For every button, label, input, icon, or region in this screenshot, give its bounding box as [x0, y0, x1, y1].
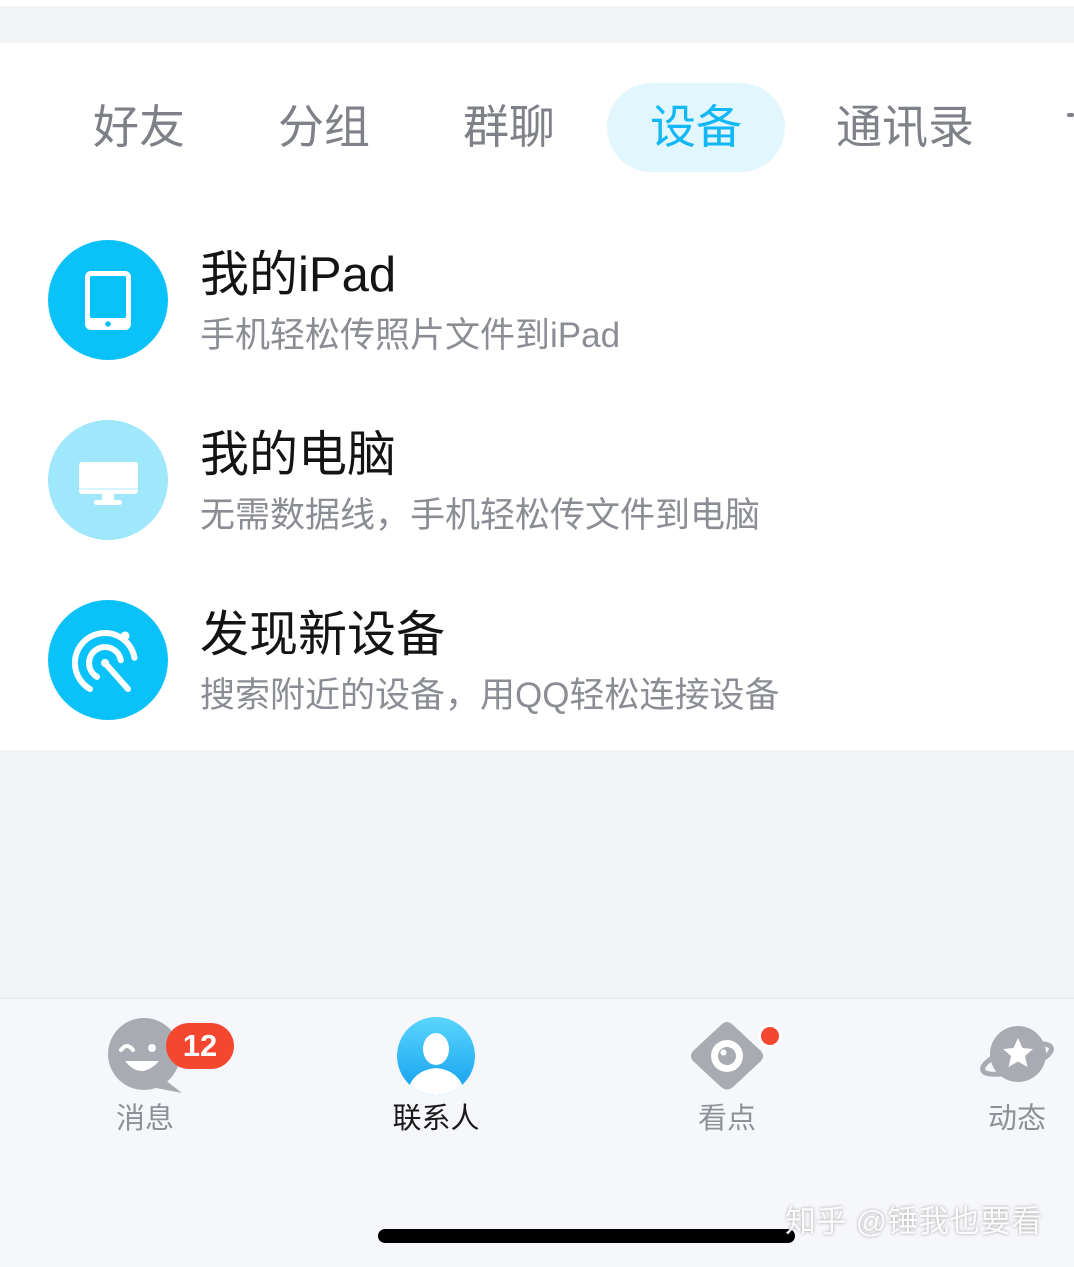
tab-friends[interactable]: 好友 — [62, 83, 216, 172]
watermark-text: 知乎 @锤我也要看 — [785, 1204, 1043, 1239]
tab-label: 设备 — [650, 101, 742, 153]
tab-address-book[interactable]: 通讯录 — [810, 83, 1000, 172]
tab-label: 分组 — [278, 101, 370, 153]
tab-group-chats[interactable]: 群聊 — [432, 83, 586, 172]
device-title: 我的iPad — [200, 248, 397, 302]
tab-devices[interactable]: 设备 — [607, 83, 785, 172]
device-subtitle: 手机轻松传照片文件到iPad — [200, 316, 621, 355]
tab-label: 群聊 — [463, 101, 555, 153]
tabbar-label: 看点 — [697, 1103, 756, 1135]
devices-panel: 好友 分组 群聊 设备 通讯录 我的iPad 手机轻松传照片文件到iPad 我的… — [0, 43, 1074, 750]
eye-icon — [688, 1017, 766, 1095]
home-indicator — [378, 1229, 795, 1243]
device-row-ipad[interactable]: 我的iPad 手机轻松传照片文件到iPad — [0, 210, 1074, 390]
radar-icon — [48, 600, 168, 720]
tabbar-item-kandian[interactable]: 看点 — [672, 999, 782, 1149]
device-subtitle: 无需数据线，手机轻松传文件到电脑 — [200, 496, 761, 535]
tabbar-item-feed[interactable]: 动态 — [962, 999, 1072, 1149]
tab-label: 好友 — [93, 101, 185, 153]
device-subtitle: 搜索附近的设备，用QQ轻松连接设备 — [200, 676, 780, 715]
tabbar-item-messages[interactable]: 12 消息 — [90, 999, 234, 1149]
new-content-dot — [758, 1024, 782, 1048]
header-band — [0, 6, 1074, 43]
device-title: 发现新设备 — [200, 608, 446, 662]
tabbar-label: 消息 — [115, 1103, 174, 1135]
tabbar-item-contacts[interactable]: 联系人 — [381, 999, 491, 1149]
unread-badge: 12 — [166, 1023, 234, 1069]
tabbar-label: 联系人 — [392, 1103, 480, 1135]
device-title: 我的电脑 — [200, 428, 397, 482]
device-row-computer[interactable]: 我的电脑 无需数据线，手机轻松传文件到电脑 — [0, 390, 1074, 570]
tab-overflow-fragment[interactable] — [1067, 113, 1074, 117]
monitor-icon — [48, 420, 168, 540]
device-row-discover[interactable]: 发现新设备 搜索附近的设备，用QQ轻松连接设备 — [0, 570, 1074, 750]
tab-groups[interactable]: 分组 — [247, 83, 401, 172]
contacts-person-icon — [397, 1017, 475, 1095]
planet-star-icon — [978, 1017, 1056, 1095]
tabbar-label: 动态 — [987, 1103, 1046, 1135]
tab-label: 通讯录 — [836, 101, 974, 153]
tablet-icon — [48, 240, 168, 360]
